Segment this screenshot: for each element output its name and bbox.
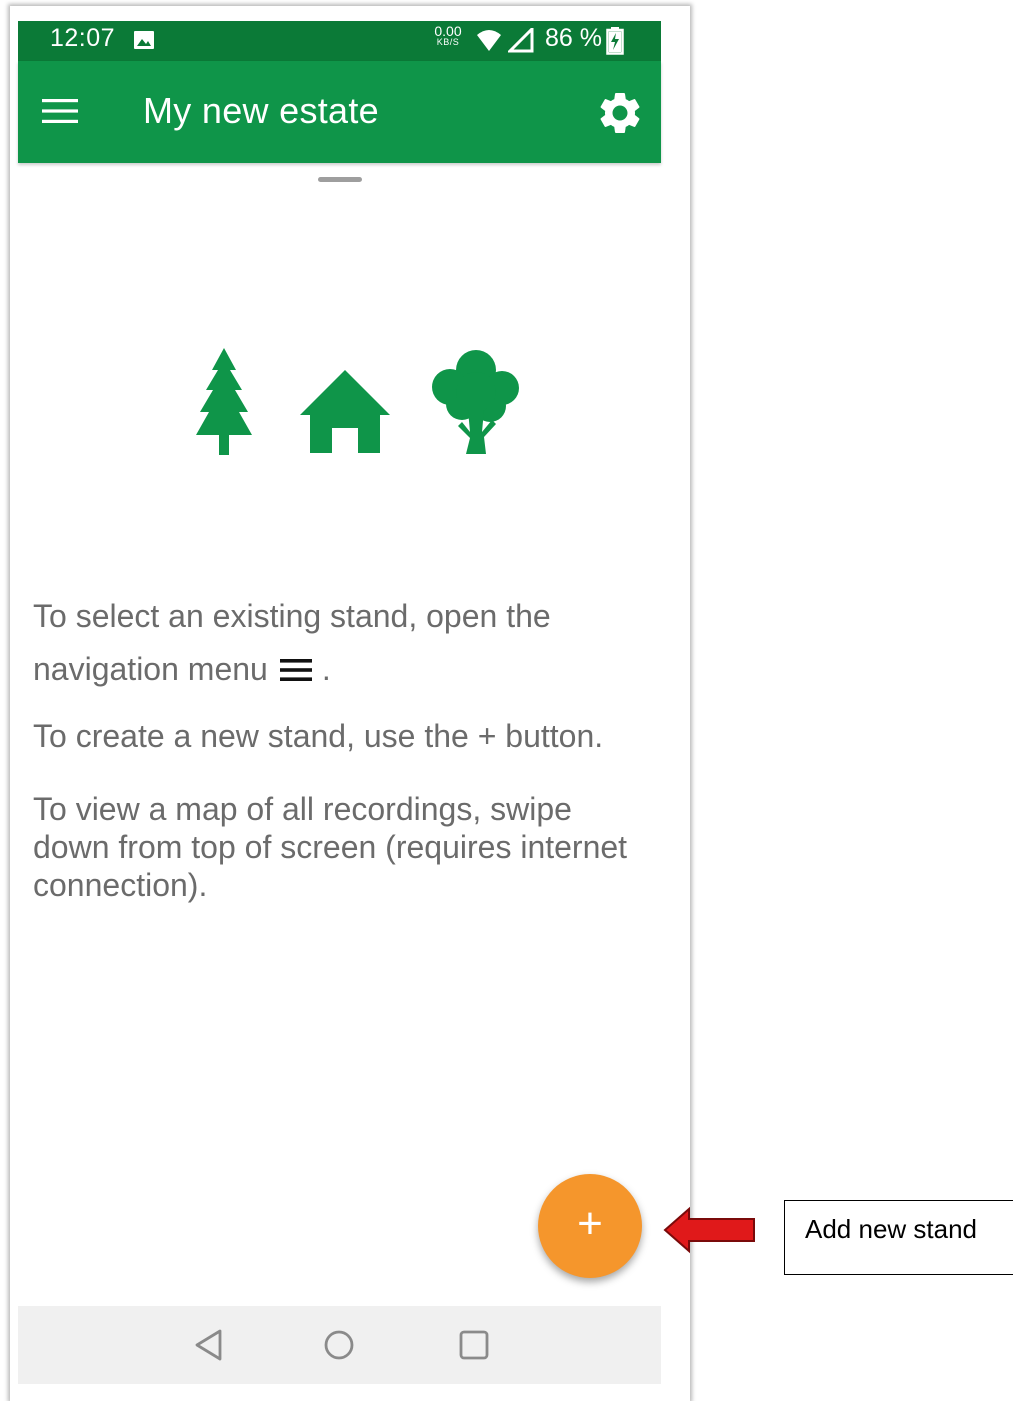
- plus-icon: +: [577, 1199, 603, 1248]
- recents-icon[interactable]: [458, 1329, 490, 1361]
- back-icon[interactable]: [193, 1328, 225, 1362]
- deciduous-tree-icon: [432, 350, 519, 454]
- battery-percent: 86 %: [545, 24, 602, 52]
- instructions: To select an existing stand, open the na…: [33, 590, 643, 904]
- add-stand-button[interactable]: +: [538, 1174, 642, 1278]
- network-speed-value: 0.00: [434, 23, 462, 39]
- navigation-bar: [18, 1306, 661, 1384]
- callout-arrow-icon: [663, 1206, 755, 1254]
- app-bar: My new estate: [18, 61, 661, 163]
- network-speed: 0.00 KB/S: [433, 24, 463, 47]
- create-stand-instruction: To create a new stand, use the + button.: [33, 718, 604, 754]
- wifi-icon: [477, 30, 501, 51]
- signal-icon: [508, 28, 534, 53]
- map-instruction: To view a map of all recordings, swipe d…: [33, 791, 628, 903]
- status-bar: 12:07 0.00 KB/S 86 %: [18, 21, 661, 61]
- status-time: 12:07: [50, 24, 116, 52]
- pine-tree-icon: [196, 348, 252, 455]
- network-speed-unit: KB/S: [436, 37, 460, 47]
- gallery-icon: [134, 31, 154, 49]
- drag-handle[interactable]: [318, 177, 362, 182]
- select-stand-period: .: [321, 651, 331, 687]
- page-title: My new estate: [143, 90, 380, 131]
- house-icon: [300, 370, 390, 453]
- illustration: [196, 348, 519, 455]
- home-icon[interactable]: [323, 1329, 355, 1361]
- battery-charging-icon: [606, 27, 624, 55]
- callout-label: Add new stand: [784, 1200, 1013, 1275]
- hamburger-menu-icon[interactable]: [42, 96, 78, 126]
- hamburger-menu-icon: [279, 659, 312, 681]
- gear-icon[interactable]: [595, 88, 645, 138]
- select-stand-instruction: To select an existing stand, open the na…: [33, 590, 643, 696]
